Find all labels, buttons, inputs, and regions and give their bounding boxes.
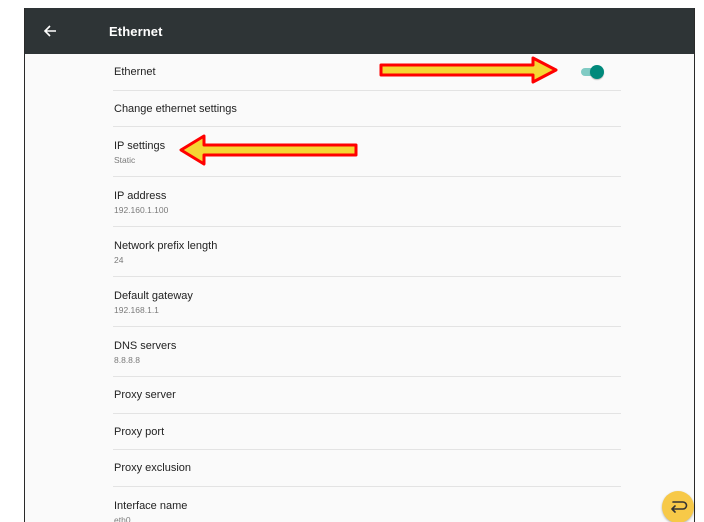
proxy-port-label: Proxy port: [114, 425, 165, 438]
proxy-exclusion-item[interactable]: Proxy exclusion: [113, 450, 621, 487]
default-gateway-item[interactable]: Default gateway 192.168.1.1: [113, 277, 621, 327]
settings-list: Ethernet Change ethernet settings IP set…: [113, 54, 621, 522]
network-prefix-length-value: 24: [114, 255, 124, 265]
ip-settings-value: Static: [114, 155, 136, 165]
arrow-left-icon: [43, 25, 56, 37]
page-title: Ethernet: [109, 24, 163, 39]
interface-name-label: Interface name: [114, 499, 188, 512]
back-button[interactable]: [35, 16, 65, 46]
interface-name-item[interactable]: Interface name eth0: [113, 487, 621, 522]
interface-name-value: eth0: [114, 514, 131, 522]
ip-settings-item[interactable]: IP settings Static: [113, 127, 621, 177]
change-ethernet-settings-label: Change ethernet settings: [114, 102, 237, 115]
proxy-exclusion-label: Proxy exclusion: [114, 462, 192, 474]
ethernet-toggle-row[interactable]: Ethernet: [113, 54, 621, 91]
dns-servers-item[interactable]: DNS servers 8.8.8.8: [113, 327, 621, 377]
dns-servers-label: DNS servers: [114, 340, 177, 352]
return-button[interactable]: [662, 491, 694, 522]
switch-thumb: [590, 65, 604, 79]
ip-address-value: 192.160.1.100: [114, 205, 169, 215]
ip-settings-label: IP settings: [114, 140, 166, 152]
settings-window: Ethernet Ethernet Change ethernet settin…: [24, 8, 695, 522]
ip-address-item[interactable]: IP address 192.160.1.100: [113, 177, 621, 227]
network-prefix-length-label: Network prefix length: [114, 240, 218, 252]
dns-servers-value: 8.8.8.8: [114, 355, 140, 365]
app-bar: Ethernet: [25, 8, 694, 54]
proxy-server-label: Proxy server: [114, 389, 176, 401]
ip-address-label: IP address: [114, 190, 167, 202]
ethernet-toggle-label: Ethernet: [114, 66, 156, 78]
proxy-server-item[interactable]: Proxy server: [113, 377, 621, 414]
proxy-port-item[interactable]: Proxy port: [113, 414, 621, 450]
default-gateway-value: 192.168.1.1: [114, 305, 159, 315]
ethernet-switch[interactable]: [581, 65, 605, 79]
network-prefix-length-item[interactable]: Network prefix length 24: [113, 227, 621, 277]
return-arrow-icon: [671, 501, 688, 513]
change-ethernet-settings-item[interactable]: Change ethernet settings: [113, 91, 621, 127]
default-gateway-label: Default gateway: [114, 290, 193, 302]
